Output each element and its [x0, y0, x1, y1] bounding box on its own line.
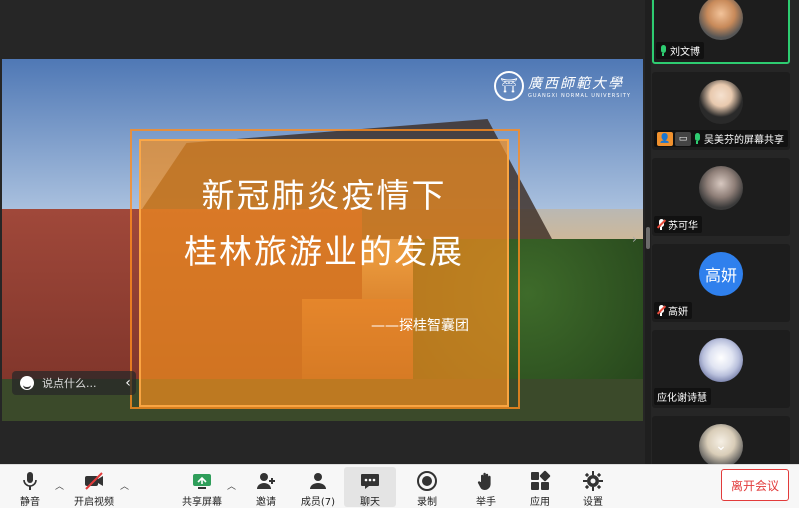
mute-button[interactable]: 静音 [4, 467, 56, 508]
mic-muted-icon [656, 219, 667, 230]
participant-name: 应化谢诗慧 [657, 393, 707, 404]
logo-english-name: GUANGXI NORMAL UNIVERSITY [527, 93, 631, 99]
record-label: 录制 [417, 497, 437, 508]
slide-team-name: ——探桂智囊团 [371, 318, 469, 334]
splitter-handle[interactable] [646, 227, 650, 249]
invite-label: 邀请 [256, 497, 276, 508]
record-button[interactable]: 录制 [401, 467, 453, 508]
apps-label: 应用 [530, 497, 550, 508]
scroll-down-icon[interactable]: ⌄ [715, 438, 727, 454]
chat-placeholder: 说点什么... [42, 377, 97, 390]
share-screen-button[interactable]: 共享屏幕 [176, 467, 228, 508]
share-label: 共享屏幕 [182, 497, 222, 508]
university-logo: ⛩ 廣西師範大學 GUANGXI NORMAL UNIVERSITY [493, 71, 631, 101]
slide-title-text-area: 新冠肺炎疫情下 桂林旅游业的发展 ——探桂智囊团 [139, 139, 509, 407]
user-icon: 👤 [657, 131, 673, 146]
share-screen-icon [191, 470, 213, 492]
screen-share-icon: ▭ [675, 131, 691, 146]
participant-name: 高妍 [668, 307, 688, 318]
participants-panel: 刘文博 👤 ▭ 吴美芬的屏幕共享 苏可华 高妍 高妍 应化谢诗慧 ⌄ [651, 0, 799, 494]
gear-icon [582, 470, 604, 492]
video-off-icon [83, 470, 105, 492]
hand-icon [475, 470, 497, 492]
start-video-button[interactable]: 开启视频 [68, 467, 120, 508]
participant-tile[interactable]: 苏可华 [652, 158, 790, 236]
emoji-icon[interactable] [20, 376, 34, 390]
settings-button[interactable]: 设置 [567, 467, 619, 508]
record-icon [416, 470, 438, 492]
apps-button[interactable]: 应用 [514, 467, 566, 508]
meeting-toolbar: 静音 ︿ 开启视频 ︿ 共享屏幕 ︿ 邀请 成员(7) 聊天 录制 举手 应用 … [0, 464, 799, 508]
meeting-window: ⛩ 廣西師範大學 GUANGXI NORMAL UNIVERSITY 新冠肺炎疫… [0, 0, 799, 508]
share-options-caret-icon[interactable]: ︿ [227, 479, 236, 492]
members-icon [307, 470, 329, 492]
mic-on-icon [693, 133, 701, 144]
chat-bubble-icon [359, 470, 381, 492]
avatar: 高妍 [699, 252, 743, 296]
raise-hand-button[interactable]: 举手 [460, 467, 512, 508]
avatar [699, 338, 743, 382]
participant-name: 吴美芬的屏幕共享 [704, 135, 784, 146]
avatar [699, 166, 743, 210]
expand-arrow-icon[interactable]: › [632, 232, 637, 246]
shared-screen-area: ⛩ 廣西師範大學 GUANGXI NORMAL UNIVERSITY 新冠肺炎疫… [0, 0, 646, 464]
participant-nametag: 苏可华 [654, 216, 702, 233]
microphone-icon [19, 470, 41, 492]
avatar [699, 0, 743, 40]
chat-button[interactable]: 聊天 [344, 467, 396, 508]
participant-tile[interactable]: 刘文博 [652, 0, 790, 64]
members-label: 成员(7) [300, 497, 336, 508]
raise-hand-label: 举手 [476, 497, 496, 508]
logo-chinese-name: 廣西師範大學 [527, 76, 624, 92]
slide-title-line1: 新冠肺炎疫情下 [201, 176, 447, 215]
mic-on-icon [659, 45, 667, 56]
invite-user-icon [255, 470, 277, 492]
participant-nametag: 高妍 [654, 302, 692, 319]
mic-muted-icon [656, 305, 667, 316]
apps-grid-icon [529, 470, 551, 492]
leave-meeting-button[interactable]: 离开会议 [721, 469, 789, 501]
video-options-caret-icon[interactable]: ︿ [120, 479, 129, 492]
participant-tile[interactable]: 高妍 高妍 [652, 244, 790, 322]
mute-label: 静音 [20, 497, 40, 508]
participant-nametag: 刘文博 [656, 42, 704, 59]
shared-slide: ⛩ 廣西師範大學 GUANGXI NORMAL UNIVERSITY 新冠肺炎疫… [2, 59, 643, 421]
video-label: 开启视频 [74, 497, 114, 508]
mute-options-caret-icon[interactable]: ︿ [55, 479, 64, 492]
participant-name: 苏可华 [668, 221, 698, 232]
settings-label: 设置 [583, 497, 603, 508]
participant-nametag: 👤 ▭ 吴美芬的屏幕共享 [654, 130, 788, 147]
participant-tile[interactable]: 应化谢诗慧 [652, 330, 790, 408]
slide-title-line2: 桂林旅游业的发展 [184, 232, 464, 271]
avatar: ⌄ [699, 424, 743, 468]
quick-chat-input[interactable]: 说点什么... ‹ [12, 371, 136, 395]
members-button[interactable]: 成员(7) [292, 467, 344, 508]
participant-nametag: 应化谢诗慧 [654, 388, 711, 405]
chat-label: 聊天 [360, 497, 380, 508]
avatar [699, 80, 743, 124]
university-seal-icon: ⛩ [493, 71, 524, 101]
participant-name: 刘文博 [670, 47, 700, 58]
invite-button[interactable]: 邀请 [240, 467, 292, 508]
participant-tile[interactable]: 👤 ▭ 吴美芬的屏幕共享 [652, 72, 790, 150]
collapse-chevron-icon[interactable]: ‹ [120, 375, 136, 391]
